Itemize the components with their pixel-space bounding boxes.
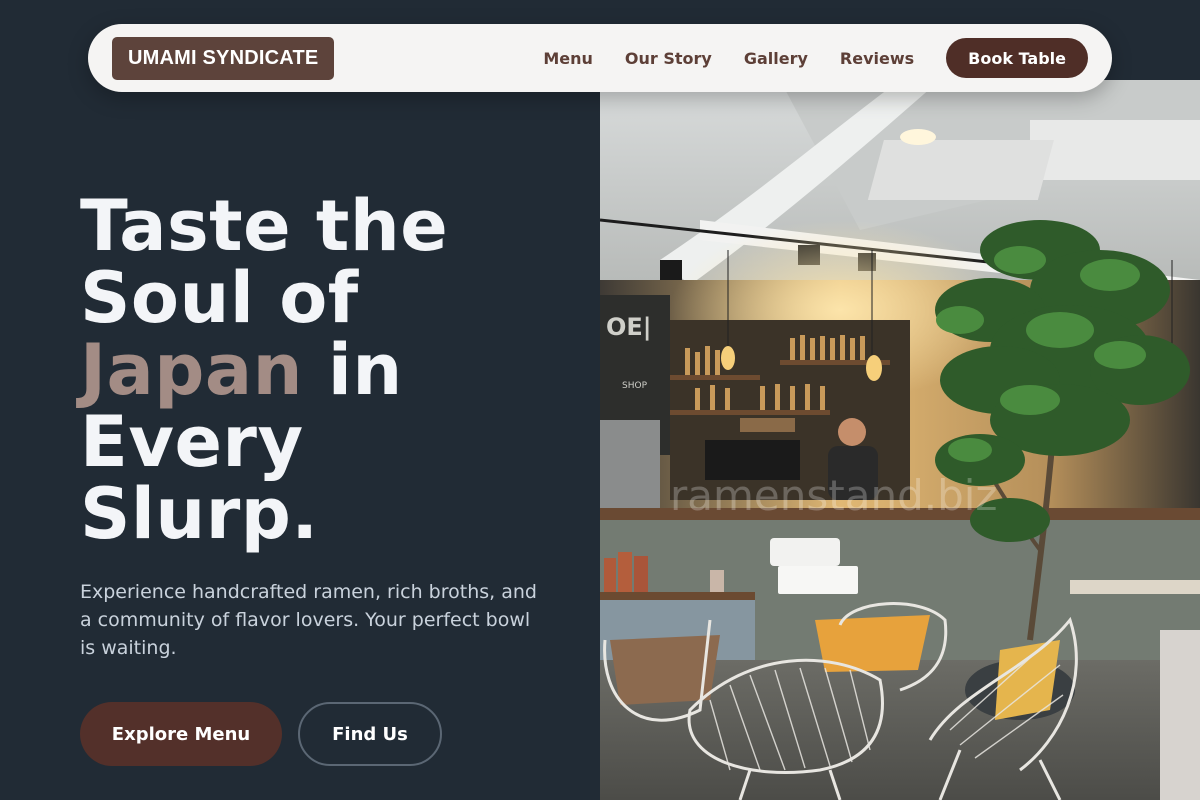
nav-link-our-story[interactable]: Our Story: [625, 49, 712, 68]
hero-headline: Taste the Soul of Japan in Every Slurp.: [80, 190, 600, 550]
headline-line-4: Every: [80, 401, 304, 483]
book-table-button[interactable]: Book Table: [946, 38, 1088, 78]
headline-accent: Japan: [80, 329, 303, 411]
headline-line-5: Slurp.: [80, 473, 319, 555]
svg-text:SHOP: SHOP: [622, 381, 648, 391]
nav-link-menu[interactable]: Menu: [543, 49, 593, 68]
nav-link-reviews[interactable]: Reviews: [840, 49, 914, 68]
hero-subtext: Experience handcrafted ramen, rich broth…: [80, 581, 537, 659]
cafe-interior-photo: OE| SHOP ramenstand.biz: [600, 80, 1200, 800]
svg-text:OE|: OE|: [606, 313, 652, 341]
top-navbar: UMAMI SYNDICATE Menu Our Story Gallery R…: [88, 24, 1112, 92]
explore-menu-button[interactable]: Explore Menu: [80, 702, 282, 766]
nav-link-gallery[interactable]: Gallery: [744, 49, 808, 68]
find-us-button[interactable]: Find Us: [298, 702, 442, 766]
brand-logo[interactable]: UMAMI SYNDICATE: [112, 36, 335, 80]
headline-line-2: Soul of: [80, 257, 359, 339]
headline-line-3: in: [302, 329, 403, 411]
headline-line-1: Taste the: [80, 185, 449, 267]
image-watermark: ramenstand.biz: [670, 471, 997, 520]
landing-page: OE| SHOP ramenstand.biz UMAMI SYNDICATE …: [0, 0, 1200, 800]
nav-links: Menu Our Story Gallery Reviews Book Tabl…: [543, 38, 1088, 78]
